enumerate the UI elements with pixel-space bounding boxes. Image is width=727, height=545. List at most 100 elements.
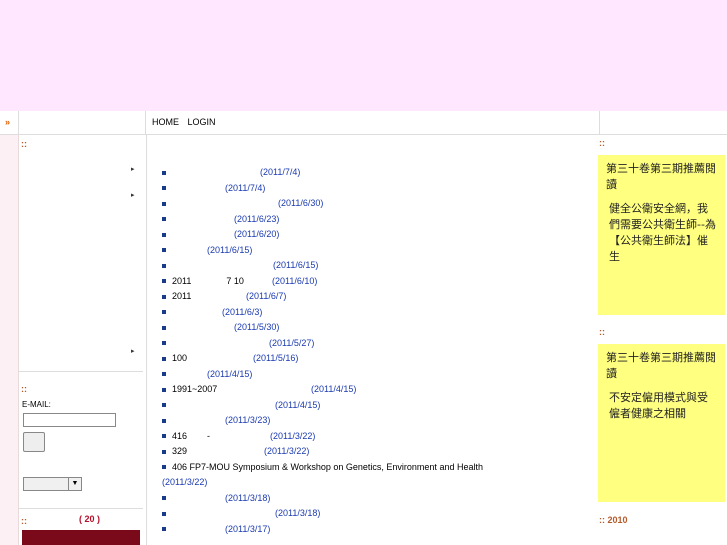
news-item[interactable]: 416 - (2011/3/22) [162,431,315,445]
bullet-icon [162,449,166,454]
news-date[interactable]: (2011/4/15) [207,369,252,379]
news-date[interactable]: (2011/3/18) [225,493,270,503]
bullet-icon [162,511,166,516]
news-date[interactable]: (2011/3/22) [264,446,309,456]
news-item[interactable]: 100 (2011/5/16) [162,353,298,367]
news-date[interactable]: (2011/3/18) [275,508,320,518]
news-item[interactable]: (2011/4/15) [162,400,320,414]
news-title[interactable]: 416 - [172,431,210,441]
news-date[interactable]: (2011/3/22) [270,431,315,441]
nav-login-link[interactable]: LOGIN [188,117,216,127]
news-item[interactable]: 1991~2007 (2011/4/15) [162,384,356,398]
news-item[interactable]: (2011/6/15) [162,245,252,259]
news-item[interactable]: 2011 (2011/6/7) [162,291,286,305]
news-item[interactable]: (2011/3/23) [162,415,270,429]
email-submit-button[interactable] [23,432,45,452]
news-item[interactable]: 406 FP7-MOU Symposium & Workshop on Gene… [162,462,483,476]
site-select[interactable]: ▼ [23,477,82,491]
menu-arrow-icon[interactable]: ▸ [131,165,135,173]
news-item[interactable]: (2011/7/4) [162,183,265,197]
bullet-icon [162,418,166,423]
news-item[interactable]: (2011/5/30) [162,322,279,336]
note-body: 不安定僱用模式與受僱者健康之相關 [609,391,708,420]
news-date[interactable]: (2011/6/7) [246,291,286,301]
news-date[interactable]: (2011/3/23) [225,415,270,425]
bullet-icon [162,217,166,222]
bullet-icon [162,434,166,439]
news-item[interactable]: 2011 7 10 (2011/6/10) [162,276,317,290]
left-stripe [0,135,18,545]
promo-image[interactable] [22,530,140,545]
news-date[interactable]: (2011/7/4) [260,167,300,177]
news-date[interactable]: (2011/6/10) [272,276,317,286]
bullet-icon [162,170,166,175]
bullet-icon [162,356,166,361]
news-item[interactable]: (2011/7/4) [162,167,300,181]
nav-divider [18,111,19,134]
news-date[interactable]: (2011/4/15) [311,384,356,394]
bullet-icon [162,496,166,501]
news-item[interactable]: 329 (2011/3/22) [162,446,309,460]
news-date[interactable]: (2011/4/15) [275,400,320,410]
news-item[interactable]: (2011/6/30) [162,198,323,212]
news-date[interactable]: (2011/7/4) [225,183,265,193]
news-date[interactable]: (2011/6/3) [222,307,262,317]
bullet-icon [162,341,166,346]
news-date[interactable]: (2011/6/15) [273,260,318,270]
bullet-icon [162,186,166,191]
news-date[interactable]: (2011/5/16) [253,353,298,363]
bullet-icon [162,527,166,532]
note-title: 第三十卷第三期推薦閱讀 [606,351,716,380]
news-item[interactable]: (2011/6/23) [162,214,279,228]
bullet-icon [162,387,166,392]
bullet-icon [162,248,166,253]
main-content [146,135,598,545]
news-item[interactable]: (2011/3/17) [162,524,270,538]
news-date[interactable]: (2011/6/23) [234,214,279,224]
news-item[interactable]: (2011/3/18) [162,508,320,522]
bullet-icon [162,232,166,237]
news-item[interactable]: (2011/6/3) [162,307,262,321]
bullet-icon [162,325,166,330]
recommended-reading-note[interactable]: 第三十卷第三期推薦閱讀 健全公衛安全網，我們需要公共衛生師--為【公共衛生師法】… [598,155,725,315]
news-title[interactable]: 329 [172,446,187,456]
news-title[interactable]: 2011 7 10 [172,276,244,286]
note-body: 健全公衛安全網，我們需要公共衛生師--為【公共衛生師法】催生 [609,202,716,263]
news-date[interactable]: (2011/3/17) [225,524,270,534]
bullet-icon [162,201,166,206]
menu-arrow-icon[interactable]: ▸ [131,347,135,355]
news-title[interactable]: 406 FP7-MOU Symposium & Workshop on Gene… [172,462,483,472]
bullet-icon [162,263,166,268]
news-date[interactable]: (2011/6/15) [207,245,252,255]
note-title: 第三十卷第三期推薦閱讀 [606,162,716,191]
news-date[interactable]: (2011/6/20) [234,229,279,239]
section-marker: :: [21,516,27,526]
menu-arrow-icon[interactable]: ▸ [131,191,135,199]
news-date[interactable]: (2011/3/22) [162,477,207,487]
section-marker: :: [599,138,605,148]
nav-arrow-icon: » [5,117,11,127]
nav-divider [145,111,146,134]
header-banner [0,0,727,112]
divider [19,371,143,372]
news-title[interactable]: 1991~2007 [172,384,217,394]
bullet-icon [162,279,166,284]
right-section-heading: :: 2010 [599,515,628,525]
news-item[interactable]: (2011/4/15) [162,369,252,383]
news-date[interactable]: (2011/5/30) [234,322,279,332]
news-item[interactable]: (2011/6/15) [162,260,318,274]
section-marker: :: [21,384,27,394]
news-title[interactable]: 2011 [172,291,191,301]
chevron-down-icon: ▼ [68,478,81,490]
news-item[interactable]: (2011/6/20) [162,229,279,243]
bullet-icon [162,372,166,377]
news-item[interactable]: (2011/3/18) [162,493,270,507]
news-date[interactable]: (2011/6/30) [278,198,323,208]
news-date[interactable]: (2011/5/27) [269,338,314,348]
news-item[interactable]: (2011/5/27) [162,338,314,352]
news-title[interactable]: 100 [172,353,187,363]
recommended-reading-note[interactable]: 第三十卷第三期推薦閱讀 不安定僱用模式與受僱者健康之相關 [598,344,725,502]
bullet-icon [162,310,166,315]
email-input[interactable] [23,413,116,427]
nav-home-link[interactable]: HOME [152,117,179,127]
